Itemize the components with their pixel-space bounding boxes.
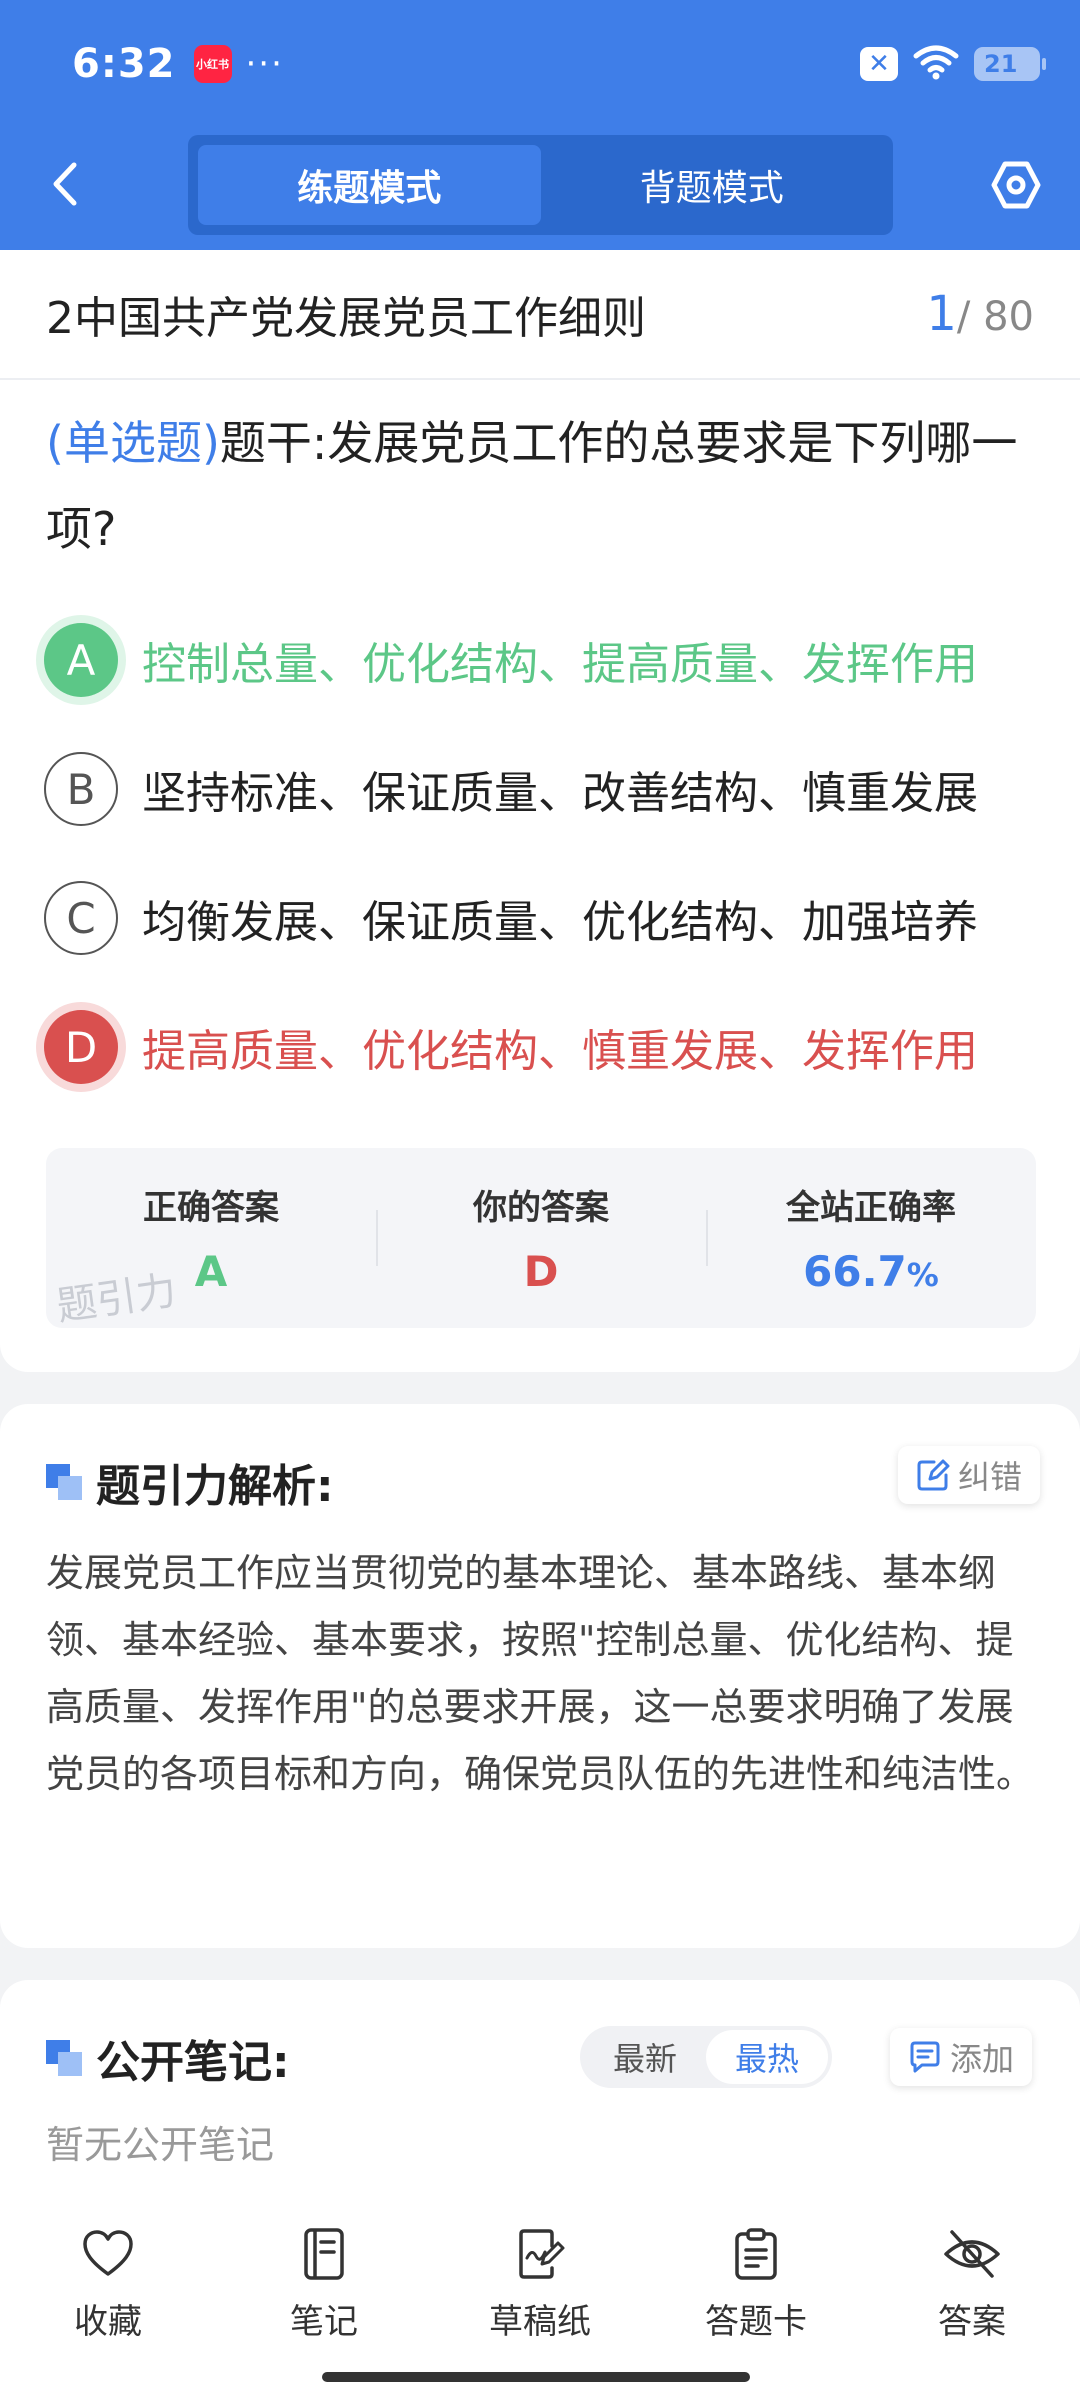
notes-sort-toggle: 最新 最热 <box>580 2026 832 2088</box>
edit-icon <box>917 1459 950 1491</box>
chevron-left-icon <box>53 162 77 206</box>
option-text: 坚持标准、保证质量、改善结构、慎重发展 <box>142 768 978 819</box>
sort-hottest[interactable]: 最热 <box>706 2030 828 2084</box>
answer-sheet-icon <box>735 2228 777 2280</box>
status-icons: ✕ 21 <box>860 44 1046 84</box>
section-icon <box>46 2040 82 2076</box>
tab-memorize-mode[interactable]: 背题模式 <box>541 145 884 225</box>
answer-summary: 正确答案 A 你的答案 D 全站正确率 66.7% <box>46 1148 1036 1328</box>
analysis-header: 题引力解析: <box>46 1450 334 1514</box>
report-error-button[interactable]: 纠错 <box>898 1446 1041 1504</box>
your-answer-label: 你的答案 <box>473 1188 609 1228</box>
status-bar: 6:32 小红书 ··· ✕ 21 <box>72 36 1046 92</box>
eye-off-icon <box>944 2230 1000 2278</box>
add-note-button[interactable]: 添加 <box>890 2028 1033 2086</box>
answer-sheet-button[interactable]: 答题卡 <box>648 2200 864 2400</box>
option-text: 控制总量、优化结构、提高质量、发挥作用 <box>142 639 978 690</box>
settings-button[interactable] <box>988 157 1044 213</box>
analysis-title: 题引力解析: <box>96 1461 334 1512</box>
accuracy-value: 66.7% <box>803 1247 939 1296</box>
gear-icon <box>991 161 1041 209</box>
option-letter: D <box>44 1010 118 1084</box>
current-question-number: 1 <box>926 286 957 342</box>
bottom-toolbar: 收藏 笔记 草稿纸 答题卡 答案 <box>0 2200 1080 2400</box>
analysis-card: 题引力解析: 纠错 发展党员工作应当贯彻党的基本理论、基本路线、基本纲领、基本经… <box>0 1404 1080 1948</box>
add-note-label: 添加 <box>950 2040 1015 2078</box>
heart-icon <box>83 2230 133 2276</box>
status-time: 6:32 <box>72 41 176 87</box>
mode-toggle: 练题模式 背题模式 <box>188 135 893 235</box>
notes-header: 公开笔记: <box>46 2026 290 2090</box>
battery-icon: 21 <box>974 47 1046 81</box>
option-d[interactable]: D 提高质量、优化结构、慎重发展、发挥作用 <box>44 1005 1044 1089</box>
more-notifications-icon: ··· <box>245 44 284 84</box>
option-letter: B <box>44 752 118 826</box>
favorite-button[interactable]: 收藏 <box>0 2200 216 2400</box>
back-button[interactable] <box>40 159 90 209</box>
question-counter[interactable]: 1/ 80 <box>926 286 1034 342</box>
option-text: 提高质量、优化结构、慎重发展、发挥作用 <box>142 1026 978 1077</box>
accuracy-number: 66.7 <box>803 1247 907 1296</box>
your-answer-value: D <box>523 1247 559 1296</box>
empty-notes-text: 暂无公开笔记 <box>46 2123 275 2167</box>
analysis-text: 发展党员工作应当贯彻党的基本理论、基本路线、基本纲领、基本经验、基本要求，按照"… <box>46 1551 1035 1796</box>
draft-paper-label: 草稿纸 <box>489 2302 591 2342</box>
option-letter: C <box>44 881 118 955</box>
tab-practice-mode[interactable]: 练题模式 <box>198 145 541 225</box>
option-text: 均衡发展、保证质量、优化结构、加强培养 <box>142 897 978 948</box>
option-c[interactable]: C 均衡发展、保证质量、优化结构、加强培养 <box>44 876 1044 960</box>
draft-icon <box>519 2229 565 2279</box>
section-icon <box>46 1464 82 1500</box>
question-type: (单选题) <box>46 416 220 470</box>
total-questions: / 80 <box>956 294 1034 340</box>
question-card: 2中国共产党发展党员工作细则 1/ 80 (单选题)题干:发展党员工作的总要求是… <box>0 250 1080 1372</box>
comment-icon <box>910 2041 940 2073</box>
your-answer-block: 你的答案 D <box>376 1148 706 1328</box>
report-error-label: 纠错 <box>958 1458 1023 1496</box>
correct-answer-label: 正确答案 <box>143 1188 279 1228</box>
notebook-icon <box>304 2228 344 2280</box>
mode-nav: 练题模式 背题模式 <box>0 135 1080 235</box>
answer-sheet-label: 答题卡 <box>705 2302 807 2342</box>
sort-newest[interactable]: 最新 <box>584 2030 706 2084</box>
accuracy-label: 全站正确率 <box>786 1188 956 1228</box>
no-sim-icon: ✕ <box>860 47 898 81</box>
home-indicator[interactable] <box>322 2372 750 2382</box>
chapter-title: 2中国共产党发展党员工作细则 <box>46 293 646 344</box>
app-header: 6:32 小红书 ··· ✕ 21 练题模式 背题模式 <box>0 0 1080 250</box>
option-a[interactable]: A 控制总量、优化结构、提高质量、发挥作用 <box>44 618 1044 702</box>
notes-title: 公开笔记: <box>96 2037 290 2088</box>
chapter-row: 2中国共产党发展党员工作细则 1/ 80 <box>0 250 1080 380</box>
accuracy-block: 全站正确率 66.7% <box>706 1148 1036 1328</box>
question-stem: (单选题)题干:发展党员工作的总要求是下列哪一项? <box>46 400 1041 572</box>
show-answer-button[interactable]: 答案 <box>864 2200 1080 2400</box>
show-answer-label: 答案 <box>938 2302 1006 2342</box>
favorite-label: 收藏 <box>74 2302 142 2342</box>
notes-label: 笔记 <box>290 2302 358 2342</box>
notification-app-icon: 小红书 <box>193 45 232 83</box>
option-letter: A <box>44 623 118 697</box>
correct-answer-value: A <box>194 1247 228 1296</box>
notes-button[interactable]: 笔记 <box>216 2200 432 2400</box>
accuracy-unit: % <box>906 1256 939 1294</box>
option-b[interactable]: B 坚持标准、保证质量、改善结构、慎重发展 <box>44 747 1044 831</box>
draft-paper-button[interactable]: 草稿纸 <box>432 2200 648 2400</box>
wifi-icon <box>912 44 960 84</box>
